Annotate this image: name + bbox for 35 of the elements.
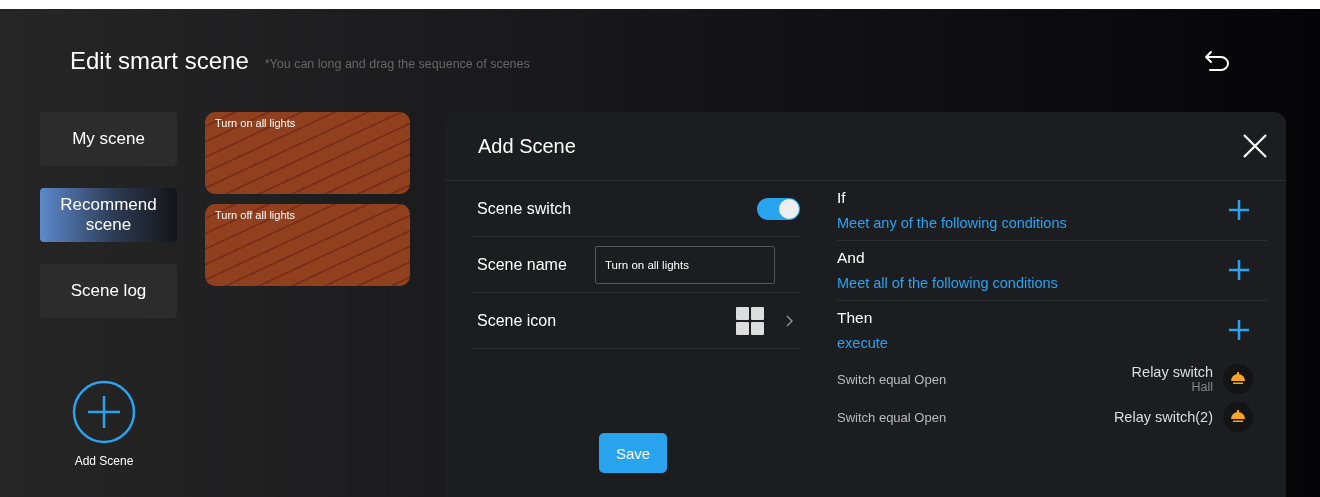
- toggle-switch[interactable]: [757, 197, 800, 220]
- grid-icon[interactable]: [736, 306, 764, 335]
- scene-card[interactable]: Turn on all lights: [205, 112, 410, 194]
- chevron-right-icon[interactable]: [786, 314, 794, 327]
- field-label: Scene icon: [477, 311, 558, 330]
- field-label: Scene name: [477, 255, 568, 274]
- hint-text: *You can long and drag the sequence of scenes: [264, 57, 530, 71]
- action-condition: Switch equal Open: [837, 409, 947, 425]
- section-title: Then: [837, 309, 874, 327]
- room-name: Hall: [1191, 380, 1213, 394]
- add-icon[interactable]: [1229, 260, 1249, 280]
- section-title: If: [837, 189, 847, 207]
- action-condition: Switch equal Open: [837, 371, 947, 387]
- nav-tab[interactable]: Recommend scene: [40, 188, 177, 242]
- device-name: Relay switch(2): [1113, 409, 1213, 425]
- scene-card[interactable]: Turn off all lights: [205, 204, 410, 286]
- section-title: And: [837, 249, 866, 267]
- add-icon[interactable]: [1229, 200, 1249, 220]
- page-title: Edit smart scene: [70, 47, 249, 75]
- section-subtitle: execute: [837, 335, 888, 351]
- field-label: Scene switch: [477, 199, 573, 218]
- device-name: Relay switch: [1131, 364, 1213, 380]
- add-icon[interactable]: [1229, 320, 1249, 340]
- back-icon[interactable]: [1204, 50, 1230, 72]
- nav-tab[interactable]: Scene log: [40, 264, 177, 318]
- dialog-title: Add Scene: [478, 134, 576, 158]
- lamp-icon: [1223, 402, 1253, 432]
- add-scene-label: Add Scene: [74, 454, 134, 468]
- input-field[interactable]: Turn on all lights: [595, 245, 775, 284]
- close-icon[interactable]: [1242, 133, 1268, 159]
- add-icon[interactable]: [72, 380, 136, 444]
- section-subtitle: Meet all of the following conditions: [837, 275, 1058, 291]
- section-subtitle: Meet any of the following conditions: [837, 215, 1067, 231]
- nav-tab[interactable]: My scene: [40, 112, 177, 166]
- lamp-icon: [1223, 364, 1253, 394]
